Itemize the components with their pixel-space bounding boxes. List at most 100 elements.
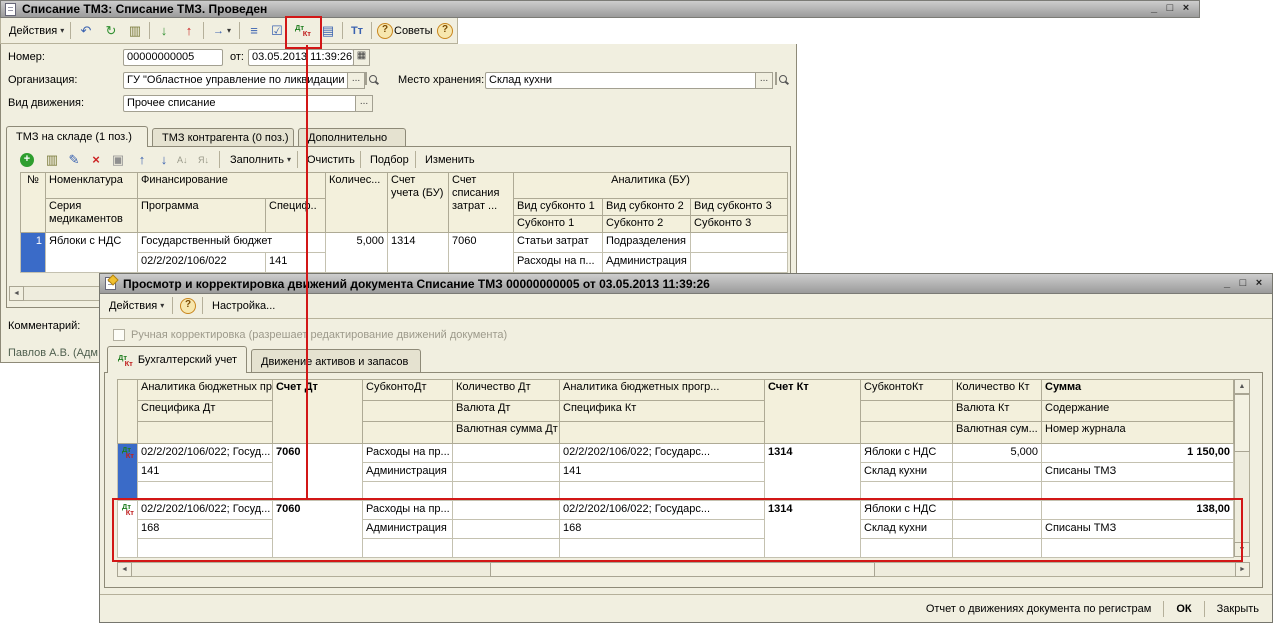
scroll-up-icon[interactable]: ▲ [1234,379,1250,394]
col-series: Серия медикаментов [46,199,138,233]
storage-ellipsis-button[interactable]: ... [755,72,773,89]
row-dtkt-icon[interactable]: ДтКт [118,444,138,501]
storage-search-icon[interactable] [775,72,777,85]
unpost-document-icon[interactable]: ↑ [179,21,199,40]
scroll-right-icon[interactable]: ► [1235,562,1250,577]
fill-button[interactable]: Заполнить▾ [226,150,295,169]
close-button[interactable]: Закрыть [1210,601,1266,617]
qty-cell[interactable]: 5,000 [326,233,388,273]
win2-titlebar[interactable]: Просмотр и корректировка движений докуме… [100,274,1272,294]
ok-button[interactable]: ОК [1169,601,1198,617]
maximize-icon[interactable]: □ [1235,277,1251,291]
edit-row-icon[interactable]: ✎ [64,150,84,169]
help-icon[interactable]: ? [180,296,196,315]
sub2b-cell[interactable]: Администрация [603,253,691,273]
row-number-cell[interactable]: 1 [21,233,46,273]
tab-tmz-kontragent[interactable]: ТМЗ контрагента (0 поз.) [152,128,294,147]
filter-icon[interactable]: Тт [347,21,367,40]
sub3-cell[interactable] [691,233,788,253]
move-up-icon[interactable]: ↑ [132,150,152,169]
nomenclature-cell[interactable]: Яблоки с НДС [46,233,138,273]
dt-account-cell[interactable]: 7060 [273,444,363,501]
storage-field[interactable]: Склад кухни [485,72,757,89]
col-sub2: Вид субконто 2 [603,199,691,216]
content-cell[interactable]: Списаны ТМЗ [1042,463,1234,482]
account-cell[interactable]: 1314 [388,233,449,273]
date-field[interactable]: 03.05.2013 11:39:26 [248,49,354,66]
kt-analytics-cell[interactable]: 02/2/202/106/022; Государс... [560,444,765,463]
sort-desc-icon[interactable]: Я↓ [198,150,209,169]
dt-subconto2-cell[interactable]: Администрация [363,463,453,482]
sub3b-cell[interactable] [691,253,788,273]
add-row-icon[interactable]: + [20,150,34,169]
sort-asc-icon[interactable]: А↓ [177,150,188,169]
table-row[interactable]: 1 Яблоки с НДС Государственный бюджет 5,… [21,233,788,253]
change-button[interactable]: Изменить [421,150,479,169]
manual-edit-checkbox[interactable] [113,329,125,341]
number-field[interactable]: 00000000005 [123,49,223,66]
movements-report-button[interactable]: Отчет о движениях документа по регистрам [919,601,1159,617]
settings-button[interactable]: Настройка... [208,296,279,315]
author-link[interactable]: Павлов А.В. (Адм [8,347,98,359]
move-down-icon[interactable]: ↓ [154,150,174,169]
sum-cell[interactable]: 1 150,00 [1042,444,1234,463]
maximize-icon[interactable]: □ [1162,2,1178,16]
scroll-left-icon[interactable]: ◄ [117,562,132,577]
vscroll-thumb[interactable] [1234,394,1250,452]
pick-button[interactable]: Подбор [366,150,413,169]
kt-qty-cell[interactable]: 5,000 [953,444,1042,463]
actions-button[interactable]: Действия▾ [105,296,168,315]
copy-icon[interactable]: ▥ [125,21,145,40]
kt-currency-cell[interactable] [953,463,1042,482]
refresh-icon[interactable]: ↻ [101,21,121,40]
dt-currency-cell[interactable] [453,463,560,482]
win1-titlebar[interactable]: Списание ТМЗ: Списание ТМЗ. Проведен _ □… [0,0,1200,18]
sub1-cell[interactable]: Статьи затрат [514,233,603,253]
reread-document-icon[interactable]: ↶ [76,21,96,40]
tips-button[interactable]: Советы [394,21,432,40]
kt-subconto2-cell[interactable]: Склад кухни [861,463,953,482]
goto-icon[interactable]: →▾ [208,21,236,40]
minimize-icon[interactable]: _ [1219,277,1235,291]
delete-row-icon[interactable]: × [86,150,106,169]
empty-header [363,422,453,444]
col-nomenclature: Номенклатура [46,173,138,199]
post-document-icon[interactable]: ↓ [154,21,174,40]
sub1b-cell[interactable]: Расходы на п... [514,253,603,273]
list-settings-icon[interactable]: ≡ [244,21,264,40]
tab-assets-movement[interactable]: Движение активов и запасов [251,349,421,373]
tab-accounting[interactable]: ДтКт Бухгалтерский учет [107,346,247,373]
copy-row-icon[interactable]: ▥ [42,150,62,169]
hscroll-thumb[interactable] [490,562,875,577]
calendar-icon[interactable]: ▦ [353,49,370,66]
tab-dopolnitelno[interactable]: Дополнительно [298,128,406,147]
help-icon[interactable]: ? [437,21,453,40]
table-row[interactable]: ДтКт 02/2/202/106/022; Госуд... 7060 Рас… [118,444,1234,463]
kt-subconto1-cell[interactable]: Яблоки с НДС [861,444,953,463]
org-search-icon[interactable] [365,72,367,85]
dt-specifics-cell[interactable]: 141 [138,463,273,482]
sub2-cell[interactable]: Подразделения [603,233,691,253]
dt-subconto1-cell[interactable]: Расходы на пр... [363,444,453,463]
kt-specifics-cell[interactable]: 141 [560,463,765,482]
close-icon[interactable]: × [1178,2,1194,16]
specif-cell[interactable]: 141 [266,253,326,273]
organization-field[interactable]: ГУ "Областное управление по ликвидации Ч [123,72,349,89]
actions-button[interactable]: Действия▾ [5,21,68,40]
dt-qty-cell[interactable] [453,444,560,463]
checklist-icon[interactable]: ☑ [267,21,287,40]
financing-cell[interactable]: Государственный бюджет [138,233,326,253]
end-edit-icon[interactable]: ▣ [108,150,128,169]
program-cell[interactable]: 02/2/202/106/022 [138,253,266,273]
clear-button[interactable]: Очистить [303,150,359,169]
dt-analytics-cell[interactable]: 02/2/202/106/022; Госуд... [138,444,273,463]
movement-ellipsis-button[interactable]: ... [355,95,373,112]
kt-account-cell[interactable]: 1314 [765,444,861,501]
scroll-left-icon[interactable]: ◄ [9,286,24,301]
writeoff-cell[interactable]: 7060 [449,233,514,273]
tab-tmz-sklad[interactable]: ТМЗ на складе (1 поз.) [6,126,148,147]
movement-type-field[interactable]: Прочее списание [123,95,357,112]
org-ellipsis-button[interactable]: ... [347,72,365,89]
close-icon[interactable]: × [1251,277,1267,291]
minimize-icon[interactable]: _ [1146,2,1162,16]
